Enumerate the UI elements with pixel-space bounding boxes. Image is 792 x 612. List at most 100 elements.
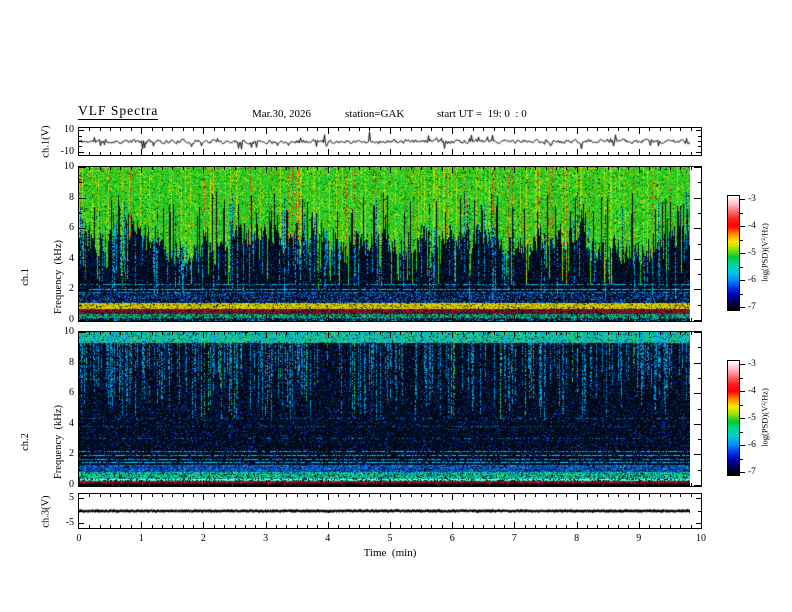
- x-minor-tick: [670, 332, 671, 335]
- x-minor-tick: [400, 318, 401, 321]
- y-tick: [79, 498, 84, 499]
- x-minor-tick: [431, 152, 432, 155]
- x-major-tick: [390, 128, 391, 134]
- x-minor-tick: [566, 332, 567, 335]
- y-tick: [79, 439, 82, 440]
- x-minor-tick: [349, 525, 350, 528]
- x-minor-tick: [556, 167, 557, 170]
- x-minor-tick: [255, 483, 256, 486]
- x-major-tick: [639, 332, 640, 338]
- x-major-tick: [452, 332, 453, 338]
- x-minor-tick: [286, 167, 287, 170]
- x-minor-tick: [369, 167, 370, 170]
- x-tick-label: 7: [511, 533, 517, 544]
- x-minor-tick: [162, 318, 163, 321]
- x-minor-tick: [380, 152, 381, 155]
- x-minor-tick: [193, 167, 194, 170]
- x-minor-tick: [587, 494, 588, 497]
- y-tick-label: -10: [60, 145, 74, 157]
- x-tick-label: 5: [387, 533, 393, 544]
- x-major-tick: [203, 494, 204, 500]
- x-major-tick: [390, 494, 391, 500]
- x-minor-tick: [608, 152, 609, 155]
- y-tick: [79, 332, 86, 333]
- x-minor-tick: [369, 525, 370, 528]
- x-minor-tick: [463, 167, 464, 170]
- x-major-tick: [266, 167, 267, 173]
- x-minor-tick: [245, 483, 246, 486]
- x-minor-tick: [670, 152, 671, 155]
- x-minor-tick: [172, 483, 173, 486]
- x-minor-tick: [235, 318, 236, 321]
- colorbar-tick-label: -5: [748, 248, 756, 258]
- x-major-tick: [514, 494, 515, 500]
- x-minor-tick: [442, 525, 443, 528]
- y-tick-label: 2: [69, 448, 74, 460]
- ch1-waveform-canvas: [79, 128, 690, 155]
- x-minor-tick: [504, 494, 505, 497]
- y-tick: [79, 213, 82, 214]
- x-minor-tick: [483, 152, 484, 155]
- x-minor-tick: [587, 525, 588, 528]
- x-minor-tick: [224, 318, 225, 321]
- x-minor-tick: [152, 525, 153, 528]
- x-minor-tick: [494, 494, 495, 497]
- x-minor-tick: [131, 483, 132, 486]
- y-tick-label: 6: [69, 387, 74, 399]
- x-minor-tick: [597, 152, 598, 155]
- x-minor-tick: [172, 318, 173, 321]
- y-tick: [79, 470, 82, 471]
- y-tick: [694, 228, 701, 229]
- x-minor-tick: [680, 483, 681, 486]
- x-tick-label: 8: [574, 533, 580, 544]
- x-minor-tick: [691, 483, 692, 486]
- x-minor-tick: [483, 318, 484, 321]
- ch1-spectrogram-panel: [78, 166, 702, 322]
- colorbar-major-tick: [740, 307, 745, 308]
- x-minor-tick: [494, 128, 495, 131]
- x-major-tick: [203, 522, 204, 528]
- x-minor-tick: [255, 167, 256, 170]
- x-minor-tick: [525, 152, 526, 155]
- x-minor-tick: [183, 332, 184, 335]
- x-minor-tick: [369, 483, 370, 486]
- x-minor-tick: [556, 128, 557, 131]
- x-minor-tick: [152, 167, 153, 170]
- x-tick-label: 6: [449, 533, 455, 544]
- x-minor-tick: [463, 318, 464, 321]
- x-major-tick: [141, 522, 142, 528]
- x-minor-tick: [172, 152, 173, 155]
- x-minor-tick: [463, 128, 464, 131]
- x-minor-tick: [411, 128, 412, 131]
- x-major-tick: [577, 522, 578, 528]
- x-minor-tick: [628, 128, 629, 131]
- x-minor-tick: [546, 494, 547, 497]
- x-minor-tick: [245, 525, 246, 528]
- x-major-tick: [141, 315, 142, 321]
- y-tick: [79, 393, 86, 394]
- x-minor-tick: [525, 483, 526, 486]
- x-minor-tick: [297, 318, 298, 321]
- y-tick: [79, 259, 86, 260]
- x-minor-tick: [359, 318, 360, 321]
- x-minor-tick: [680, 128, 681, 131]
- plot-station: station=GAK: [345, 108, 405, 120]
- x-major-tick: [452, 494, 453, 500]
- x-minor-tick: [235, 128, 236, 131]
- y-tick: [698, 274, 701, 275]
- x-minor-tick: [276, 494, 277, 497]
- ch1-spectrogram-canvas: [79, 167, 690, 321]
- x-minor-tick: [597, 525, 598, 528]
- y-tick: [698, 511, 701, 512]
- y-tick: [79, 130, 84, 131]
- y-tick-label: 0: [69, 314, 74, 325]
- x-minor-tick: [89, 525, 90, 528]
- x-minor-tick: [286, 494, 287, 497]
- x-major-tick: [390, 522, 391, 528]
- y-tick: [79, 244, 82, 245]
- x-tick-label: 9: [636, 533, 642, 544]
- x-minor-tick: [649, 332, 650, 335]
- x-minor-tick: [618, 332, 619, 335]
- x-minor-tick: [400, 128, 401, 131]
- x-minor-tick: [546, 152, 547, 155]
